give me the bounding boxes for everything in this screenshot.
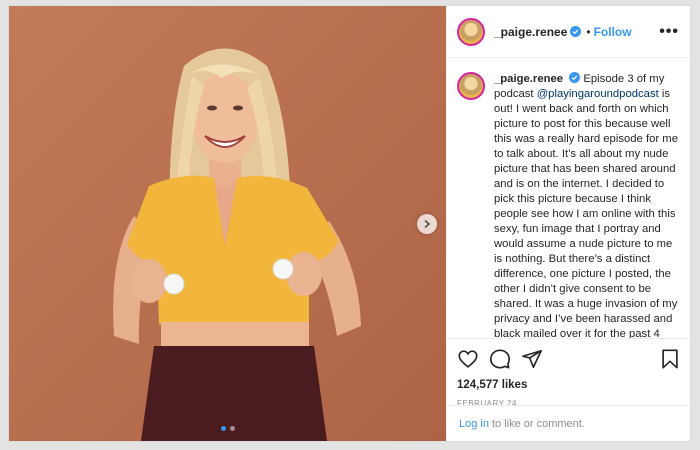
paper-plane-icon[interactable] bbox=[521, 348, 543, 370]
carousel-indicator bbox=[9, 426, 446, 431]
login-prompt: Log in to like or comment. bbox=[447, 405, 691, 442]
avatar[interactable] bbox=[457, 17, 485, 46]
carousel-dot-2 bbox=[229, 426, 235, 431]
caption-body-rest: is out! I went back and forth on which p… bbox=[494, 88, 678, 338]
caption-avatar[interactable] bbox=[457, 72, 485, 100]
bookmark-icon[interactable] bbox=[659, 348, 681, 370]
comment-icon[interactable] bbox=[489, 348, 511, 370]
follow-button[interactable]: Follow bbox=[594, 25, 632, 39]
post-header: _paige.renee • Follow ••• bbox=[447, 6, 691, 58]
caption-username[interactable]: _paige.renee bbox=[494, 73, 563, 85]
heart-icon[interactable] bbox=[457, 348, 479, 370]
photo-illustration bbox=[9, 6, 446, 441]
instagram-post: _paige.renee • Follow ••• _paige.renee E… bbox=[8, 5, 691, 442]
verified-badge-icon bbox=[569, 72, 581, 83]
header-username[interactable]: _paige.renee bbox=[494, 25, 567, 39]
next-photo-button[interactable] bbox=[417, 214, 437, 234]
carousel-dot-1 bbox=[220, 426, 226, 431]
caption-text: _paige.renee Episode 3 of my podcast @pl… bbox=[494, 72, 681, 338]
caption-scroll-area[interactable]: _paige.renee Episode 3 of my podcast @pl… bbox=[447, 58, 691, 338]
caption-mention-link[interactable]: @playingaroundpodcast bbox=[537, 88, 659, 100]
post-photo[interactable] bbox=[9, 6, 446, 441]
login-link[interactable]: Log in bbox=[459, 418, 489, 430]
separator: • bbox=[586, 24, 591, 39]
action-icons bbox=[457, 347, 681, 371]
caption: _paige.renee Episode 3 of my podcast @pl… bbox=[447, 58, 691, 338]
verified-badge-icon bbox=[570, 26, 582, 37]
post-side-panel: _paige.renee • Follow ••• _paige.renee E… bbox=[446, 6, 691, 441]
likes-count[interactable]: 124,577 likes bbox=[457, 379, 681, 391]
more-options-button[interactable]: ••• bbox=[659, 23, 679, 41]
chevron-right-icon bbox=[424, 219, 431, 229]
login-prompt-text: to like or comment. bbox=[491, 418, 585, 430]
post-actions: 124,577 likes FEBRUARY 24 bbox=[447, 338, 691, 408]
